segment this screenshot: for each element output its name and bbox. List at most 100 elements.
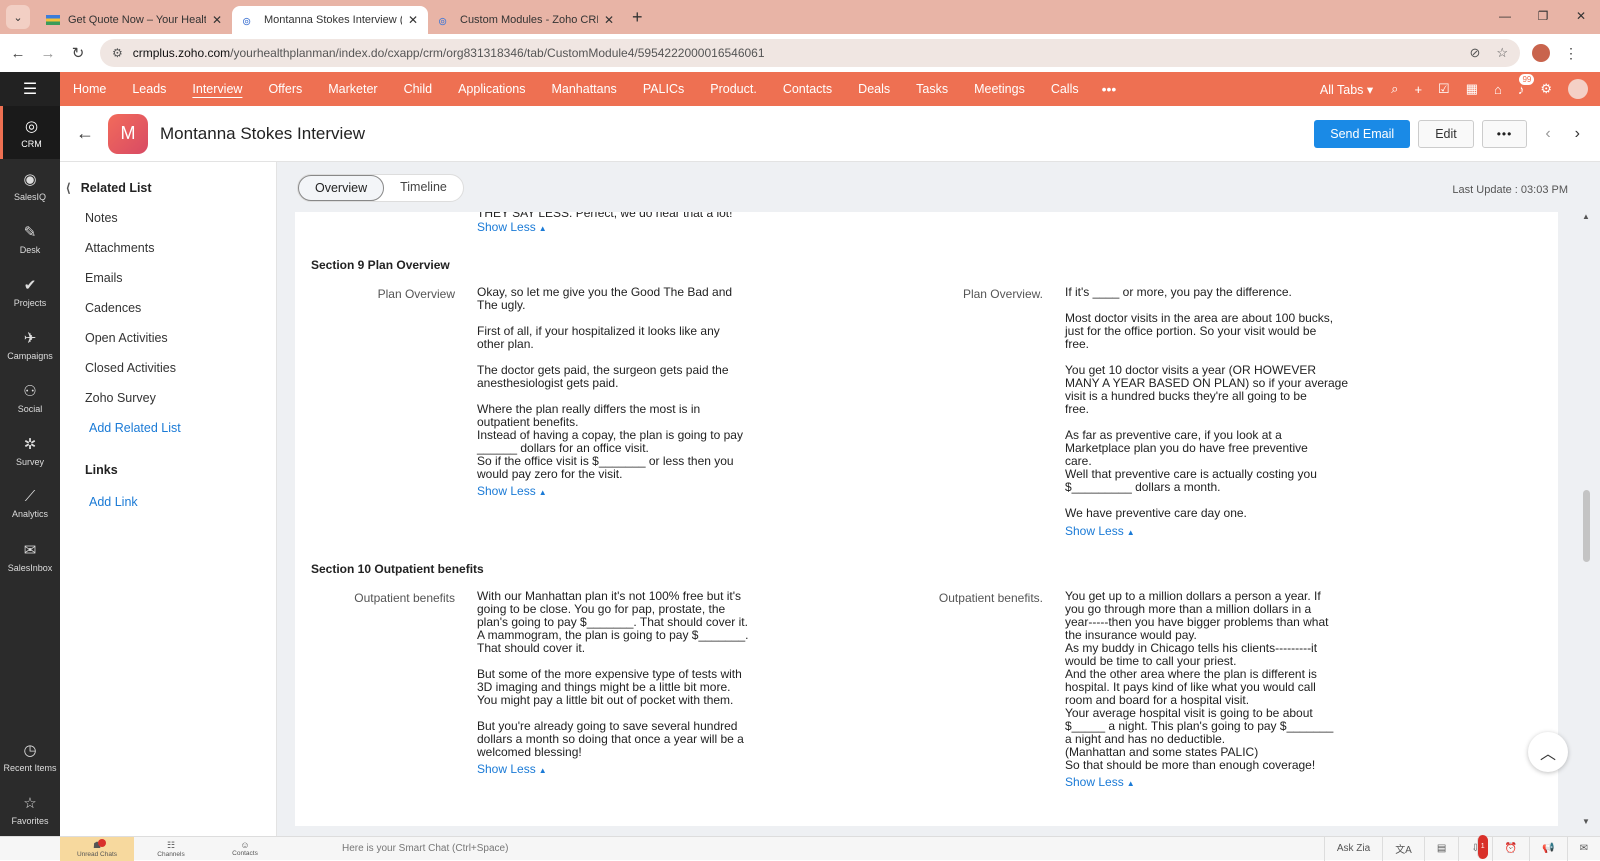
document-icon[interactable]: ▤ — [1423, 836, 1458, 861]
nav-item-tasks[interactable]: Tasks — [903, 72, 961, 106]
show-less-link[interactable]: Show Less ▲ — [1065, 775, 1135, 789]
rail-item-desk[interactable]: ✎ Desk — [0, 212, 60, 265]
rail-favorites[interactable]: ☆ Favorites — [0, 783, 60, 836]
more-modules-icon[interactable]: ••• — [1092, 81, 1127, 97]
triangle-up-icon: ▲ — [538, 766, 547, 775]
close-tab-icon[interactable]: ✕ — [604, 13, 614, 27]
related-item-notes[interactable]: Notes — [85, 211, 276, 225]
related-item-closed-activities[interactable]: Closed Activities — [85, 361, 276, 375]
footer-tab-label: Channels — [157, 850, 185, 858]
nav-item-deals[interactable]: Deals — [845, 72, 903, 106]
show-less-link[interactable]: Show Less ▲ — [477, 484, 547, 498]
translate-icon[interactable]: 文A — [1382, 836, 1424, 861]
restore-icon[interactable]: ❐ — [1524, 0, 1562, 32]
edit-button[interactable]: Edit — [1418, 119, 1474, 148]
rail-item-social[interactable]: ⚇ Social — [0, 371, 60, 424]
nav-item-leads[interactable]: Leads — [119, 72, 179, 106]
plus-icon[interactable]: + — [1414, 82, 1422, 97]
contacts-tab[interactable]: ☺ Contacts — [208, 837, 282, 861]
scroll-up-icon[interactable]: ▲ — [1582, 212, 1590, 221]
add-related-list-link[interactable]: Add Related List — [89, 421, 276, 435]
next-record-icon[interactable]: › — [1575, 125, 1580, 143]
rail-item-crm[interactable]: ◎ CRM — [0, 106, 60, 159]
download-icon[interactable]: ⇩ 1 — [1458, 834, 1491, 861]
rail-item-salesinbox[interactable]: ✉ SalesInbox — [0, 530, 60, 583]
smart-chat-input[interactable]: Here is your Smart Chat (Ctrl+Space) — [342, 843, 508, 854]
nav-item-marketer[interactable]: Marketer — [315, 72, 390, 106]
back-icon[interactable]: ← — [6, 45, 30, 62]
collapse-panel-icon[interactable]: ⟨ — [66, 181, 71, 195]
browser-tab[interactable]: ⊚ Custom Modules - Zoho CRM ✕ — [428, 6, 624, 34]
bell-icon[interactable]: ♪ 99 — [1518, 73, 1535, 97]
profile-avatar[interactable] — [1532, 44, 1550, 62]
browser-tab[interactable]: Get Quote Now – Your Health P ✕ — [36, 6, 232, 34]
feedback-icon[interactable]: ✉ — [1566, 836, 1600, 861]
previous-record-icon[interactable]: ‹ — [1545, 125, 1550, 143]
minimize-icon[interactable]: — — [1486, 0, 1524, 32]
show-less-link[interactable]: Show Less ▲ — [477, 762, 547, 776]
browser-menu-icon[interactable]: ⋮ — [1564, 45, 1578, 62]
nav-item-home[interactable]: Home — [60, 72, 119, 106]
close-tab-icon[interactable]: ✕ — [212, 13, 222, 27]
tab-timeline[interactable]: Timeline — [384, 175, 463, 201]
close-window-icon[interactable]: ✕ — [1562, 0, 1600, 32]
search-icon[interactable]: ⌕ — [1391, 81, 1398, 97]
nav-item-child[interactable]: Child — [391, 72, 446, 106]
eye-off-icon[interactable]: ⊘ — [1469, 45, 1480, 61]
related-item-attachments[interactable]: Attachments — [85, 241, 276, 255]
add-link-link[interactable]: Add Link — [89, 495, 276, 509]
bookmark-star-icon[interactable]: ☆ — [1496, 45, 1508, 61]
rail-item-campaigns[interactable]: ✈ Campaigns — [0, 318, 60, 371]
marketplace-icon[interactable]: ⌂ — [1494, 82, 1502, 97]
show-less-link[interactable]: Show Less ▲ — [477, 220, 547, 234]
hamburger-menu-icon[interactable]: ☰ — [0, 72, 60, 106]
scroll-down-icon[interactable]: ▼ — [1582, 817, 1590, 826]
nav-item-palics[interactable]: PALICs — [630, 72, 697, 106]
more-actions-button[interactable]: ••• — [1481, 119, 1528, 148]
scroll-thumb[interactable] — [1583, 490, 1590, 562]
nav-item-calls[interactable]: Calls — [1038, 72, 1092, 106]
nav-item-interview[interactable]: Interview — [179, 72, 255, 106]
close-tab-icon[interactable]: ✕ — [408, 13, 418, 27]
site-info-icon[interactable]: ⚙ — [112, 46, 123, 60]
tab-search-button[interactable]: ⌄ — [6, 5, 30, 29]
alarm-icon[interactable]: ⏰ — [1491, 836, 1529, 861]
scroll-to-top-button[interactable]: ︿ — [1528, 732, 1568, 772]
nav-item-meetings[interactable]: Meetings — [961, 72, 1038, 106]
nav-item-offers[interactable]: Offers — [255, 72, 315, 106]
rail-recent-items[interactable]: ◷ Recent Items — [0, 730, 60, 783]
rail-item-analytics[interactable]: ⟋ Analytics — [0, 477, 60, 530]
calendar-icon[interactable]: ▦ — [1466, 81, 1478, 97]
new-tab-icon[interactable]: + — [632, 7, 643, 28]
unread-chats-tab[interactable]: ☗ Unread Chats — [60, 836, 134, 861]
show-less-link[interactable]: Show Less ▲ — [1065, 524, 1135, 538]
channels-tab[interactable]: ☷ Channels — [134, 837, 208, 861]
back-arrow-icon[interactable]: ← — [76, 123, 94, 144]
megaphone-icon[interactable]: 📢 — [1529, 836, 1566, 861]
rail-item-salesiq[interactable]: ◉ SalesIQ — [0, 159, 60, 212]
nav-item-manhattans[interactable]: Manhattans — [538, 72, 629, 106]
nav-item-applications[interactable]: Applications — [445, 72, 538, 106]
activity-icon[interactable]: ☑ — [1438, 81, 1450, 97]
browser-tab-active[interactable]: ⊚ Montanna Stokes Interview (Int ✕ — [232, 6, 428, 34]
related-item-open-activities[interactable]: Open Activities — [85, 331, 276, 345]
settings-gear-icon[interactable]: ⚙ — [1540, 81, 1552, 97]
ask-zia-button[interactable]: Ask Zia — [1323, 836, 1382, 861]
user-avatar[interactable] — [1568, 79, 1588, 99]
nav-item-product[interactable]: Product. — [697, 72, 770, 106]
all-tabs-dropdown[interactable]: All Tabs ▾ — [1320, 82, 1373, 97]
tab-overview[interactable]: Overview — [298, 175, 385, 201]
rail-item-survey[interactable]: ✲ Survey — [0, 424, 60, 477]
content-scrollbar[interactable]: ▲ ▼ — [1580, 212, 1592, 826]
send-email-button[interactable]: Send Email — [1314, 119, 1411, 148]
related-item-zoho-survey[interactable]: Zoho Survey — [85, 391, 276, 405]
forward-icon[interactable]: → — [36, 45, 60, 62]
related-item-emails[interactable]: Emails — [85, 271, 276, 285]
rail-item-projects[interactable]: ✔ Projects — [0, 265, 60, 318]
nav-item-contacts[interactable]: Contacts — [770, 72, 845, 106]
salesiq-icon: ◉ — [23, 170, 37, 188]
reload-icon[interactable]: ↻ — [66, 44, 90, 62]
related-item-cadences[interactable]: Cadences — [85, 301, 276, 315]
url-field[interactable]: ⚙ crmplus.zoho.com/yourhealthplanman/ind… — [100, 39, 1520, 67]
notification-badge: 99 — [1519, 73, 1535, 85]
